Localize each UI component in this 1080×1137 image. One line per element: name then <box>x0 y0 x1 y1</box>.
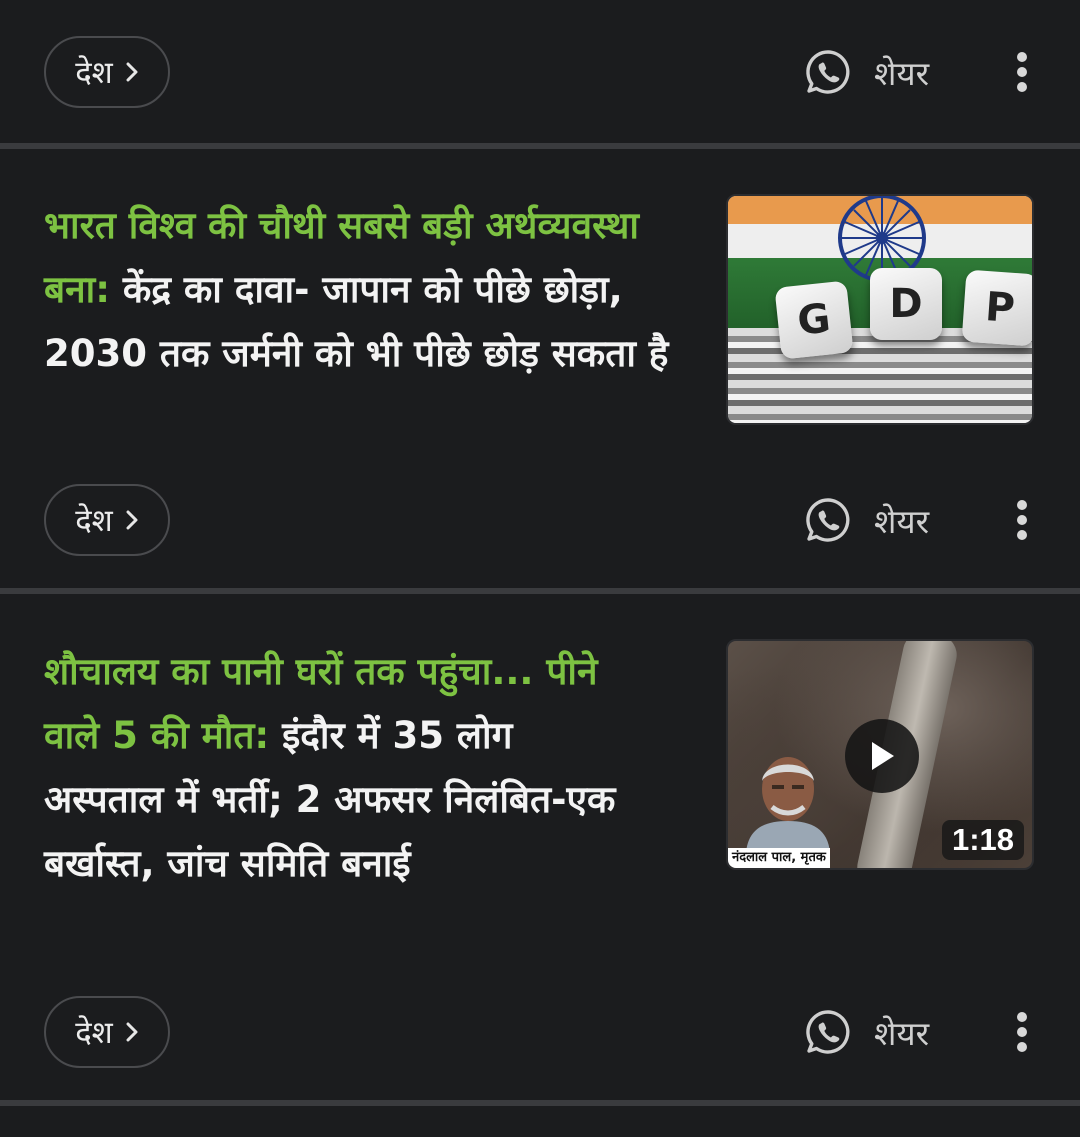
whatsapp-icon <box>806 498 850 542</box>
article-action-row: देश शेयर <box>0 32 1080 112</box>
article-headline-link[interactable]: शौचालय का पानी घरों तक पहुंचा... पीने वा… <box>44 640 644 896</box>
more-vertical-icon[interactable] <box>1008 498 1036 542</box>
headline-text: केंद्र का दावा- जापान को पीछे छोड़ा, 203… <box>44 268 669 375</box>
video-duration: 1:18 <box>941 820 1024 860</box>
video-thumbnail[interactable]: 1:18 नंदलाल पाल, मृतक <box>726 639 1034 870</box>
dice-letter: G <box>774 280 854 360</box>
person-portrait <box>746 757 830 853</box>
category-chip-label: देश <box>75 503 113 539</box>
play-icon <box>872 742 894 770</box>
play-button[interactable] <box>845 719 919 793</box>
article-action-row: देश शेयर <box>0 992 1080 1072</box>
chevron-right-icon <box>126 1022 138 1042</box>
category-chip[interactable]: देश <box>44 484 170 556</box>
dice-letter: D <box>870 268 942 340</box>
video-caption: नंदलाल पाल, मृतक <box>728 848 830 868</box>
whatsapp-icon <box>806 50 850 94</box>
category-chip[interactable]: देश <box>44 36 170 108</box>
article-thumbnail[interactable]: G D P <box>726 194 1034 425</box>
share-label: शेयर <box>874 53 930 93</box>
chevron-right-icon <box>126 62 138 82</box>
news-feed: देश शेयर भारत विश्व की चौथी सबसे बड़ी अर… <box>0 0 1080 1137</box>
share-button[interactable]: शेयर <box>804 1006 929 1058</box>
dice-letter: P <box>961 269 1032 347</box>
article-action-row: देश शेयर <box>0 480 1080 560</box>
divider <box>0 143 1080 149</box>
divider <box>0 588 1080 594</box>
chevron-right-icon <box>126 510 138 530</box>
more-vertical-icon[interactable] <box>1008 50 1036 94</box>
category-chip-label: देश <box>75 55 113 91</box>
share-button[interactable]: शेयर <box>804 46 929 98</box>
more-vertical-icon[interactable] <box>1008 1010 1036 1054</box>
article-headline-link[interactable]: भारत विश्व की चौथी सबसे बड़ी अर्थव्यवस्थ… <box>44 194 704 386</box>
category-chip-label: देश <box>75 1015 113 1051</box>
share-label: शेयर <box>874 1013 930 1053</box>
share-button[interactable]: शेयर <box>804 494 929 546</box>
divider <box>0 1100 1080 1106</box>
whatsapp-icon <box>806 1010 850 1054</box>
category-chip[interactable]: देश <box>44 996 170 1068</box>
share-label: शेयर <box>874 501 930 541</box>
